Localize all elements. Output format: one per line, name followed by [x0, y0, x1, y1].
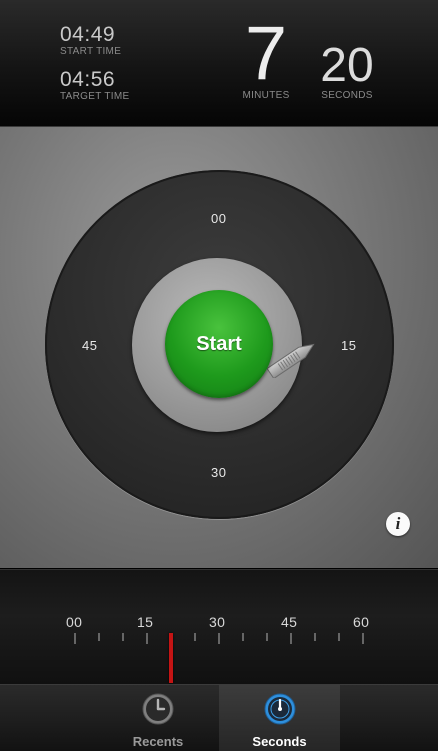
tab-recents[interactable]: Recents — [97, 685, 219, 751]
target-time-value: 04:56 — [60, 68, 116, 91]
start-time-label: START TIME — [60, 46, 122, 57]
dial-panel: 00 15 30 45 Start i — [0, 127, 438, 568]
start-time-value: 04:49 — [60, 23, 116, 46]
ruler-ticks — [74, 633, 364, 644]
dial-label-15: 15 — [341, 338, 357, 353]
dial-label-30: 30 — [211, 465, 227, 480]
minutes-label: MINUTES — [242, 90, 290, 101]
dial-label-45: 45 — [82, 338, 98, 353]
stopwatch-icon — [264, 693, 295, 725]
target-time-label: TARGET TIME — [60, 91, 130, 102]
target-time-block: 04:56 TARGET TIME — [60, 69, 129, 102]
start-time-block: 04:49 START TIME — [60, 24, 121, 57]
tab-seconds[interactable]: Seconds — [219, 685, 340, 751]
seconds-ruler[interactable]: 00 15 30 45 60 — [0, 569, 438, 685]
minutes-value: 7 — [244, 11, 288, 96]
ruler-indicator[interactable] — [169, 633, 173, 683]
dial-label-00: 00 — [211, 211, 227, 226]
seconds-label: SECONDS — [321, 90, 373, 101]
seconds-value: 20 — [320, 39, 374, 92]
clock-icon — [142, 693, 174, 725]
timer-header: 04:49 START TIME 04:56 TARGET TIME 7 MIN… — [0, 0, 438, 127]
tab-bar: Recents Seconds — [0, 684, 438, 751]
info-button[interactable]: i — [386, 512, 410, 536]
tab-seconds-label: Seconds — [252, 734, 307, 749]
tab-recents-label: Recents — [132, 734, 184, 749]
start-button[interactable]: Start — [165, 290, 273, 398]
